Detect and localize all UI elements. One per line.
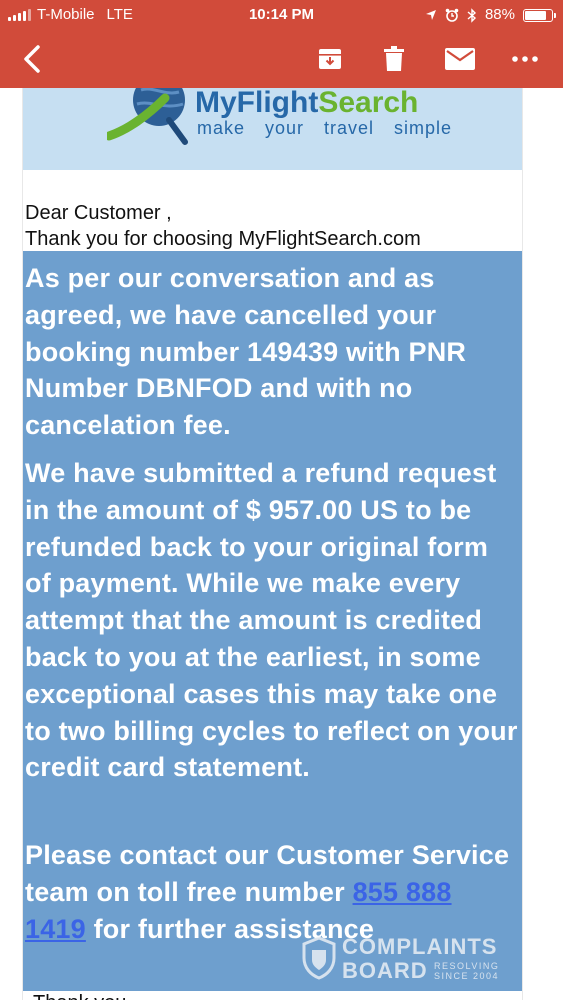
brand-logo-text: MyFlightSearch	[195, 88, 418, 118]
watermark-small: RESOLVING SINCE 2004	[434, 961, 499, 981]
greeting-line-1: Dear Customer ,	[25, 202, 172, 224]
trash-icon	[384, 46, 404, 71]
location-icon	[425, 10, 436, 20]
watermark: COMPLAINTS BOARD RESOLVING SINCE 2004	[302, 934, 522, 984]
signoff: Thank you	[33, 992, 126, 1000]
brand-tagline: make your travel simple	[197, 118, 453, 138]
watermark-line-2: BOARD	[342, 958, 428, 983]
watermark-line-1: COMPLAINTS	[342, 934, 498, 959]
watermark-small-1: RESOLVING	[434, 961, 500, 971]
watermark-small-2: SINCE 2004	[434, 971, 500, 981]
mark-unread-button[interactable]	[436, 30, 484, 88]
cancellation-paragraph: As per our conversation and as agreed, w…	[25, 263, 467, 441]
greeting: Dear Customer , Thank you for choosing M…	[25, 200, 421, 252]
battery-percent: 88%	[484, 6, 515, 23]
globe-magnifier-icon	[107, 88, 188, 145]
logo-banner: MyFlightSearch make your travel simple	[23, 88, 522, 170]
archive-icon	[319, 49, 341, 69]
brand-part-2: Search	[318, 88, 419, 119]
more-icon	[512, 56, 538, 62]
brand-part-1: MyFlight	[195, 88, 319, 119]
archive-button[interactable]	[306, 30, 354, 88]
contact-paragraph: Please contact our Customer Service team…	[25, 837, 519, 947]
app-header: T-Mobile LTE 10:14 PM 88%	[0, 0, 563, 88]
email-toolbar	[0, 30, 563, 88]
mail-icon	[445, 48, 475, 70]
refund-paragraph: We have submitted a refund request in th…	[25, 458, 518, 783]
greeting-line-2: Thank you for choosing MyFlightSearch.co…	[25, 228, 421, 250]
bluetooth-icon	[467, 7, 476, 23]
status-bar: T-Mobile LTE 10:14 PM 88%	[0, 0, 563, 30]
back-button[interactable]	[8, 30, 56, 88]
more-button[interactable]	[501, 30, 549, 88]
alarm-icon	[445, 8, 459, 22]
notice-box: As per our conversation and as agreed, w…	[23, 251, 522, 991]
back-arrow-icon	[24, 45, 40, 73]
shield-icon	[302, 936, 336, 980]
battery-icon	[523, 8, 556, 22]
email-body: MyFlightSearch make your travel simple D…	[22, 88, 523, 1000]
delete-button[interactable]	[370, 30, 418, 88]
